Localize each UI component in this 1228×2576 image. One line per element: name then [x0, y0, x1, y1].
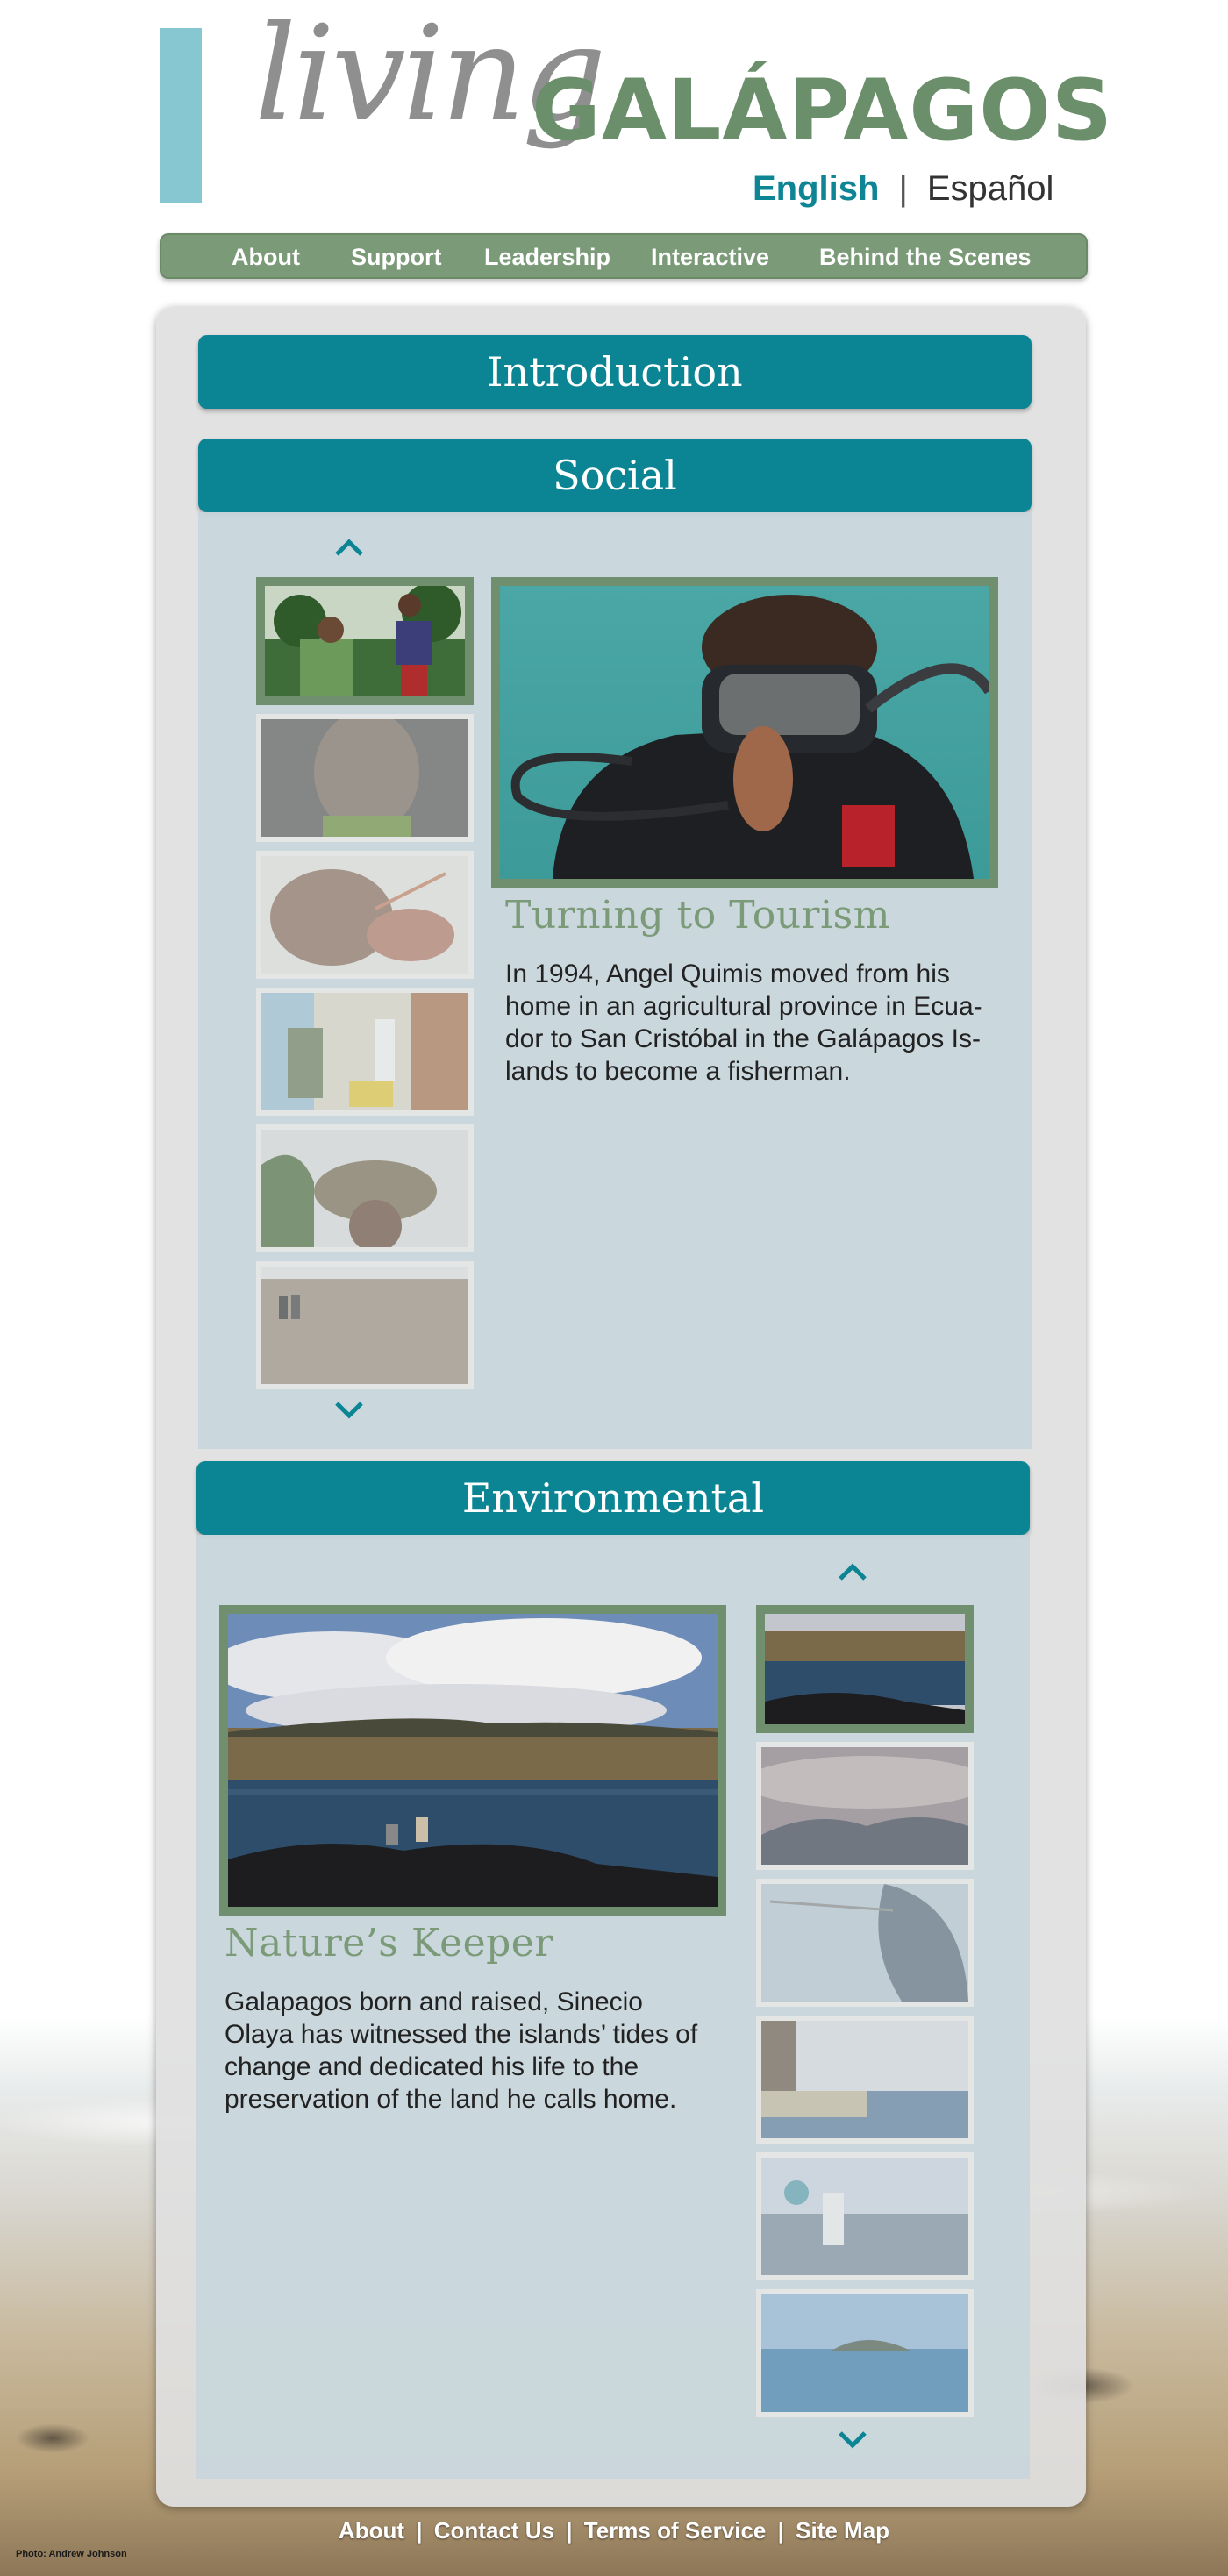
- social-story-text: In 1994, Angel Quimis moved from his hom…: [505, 958, 1005, 1088]
- lang-spanish-link[interactable]: Español: [927, 169, 1054, 209]
- content-panel: Introduction Social Turning to Tourism I…: [156, 307, 1086, 2507]
- social-story-line-1: In 1994, Angel Quimis moved from his: [505, 960, 950, 988]
- nav-support[interactable]: Support: [351, 244, 441, 271]
- env-thumbs-up-arrow-icon[interactable]: [835, 1561, 870, 1582]
- lang-english-link[interactable]: English: [753, 169, 879, 209]
- footer-sitemap-link[interactable]: Site Map: [796, 2517, 889, 2544]
- environmental-thumb-4[interactable]: [756, 2016, 974, 2144]
- section-social-body: Turning to Tourism In 1994, Angel Quimis…: [198, 512, 1032, 1449]
- environmental-thumb-6[interactable]: [756, 2289, 974, 2417]
- environmental-story-text: Galapagos born and raised, Sinecio Olaya…: [225, 1986, 733, 2116]
- nav-behind-the-scenes[interactable]: Behind the Scenes: [819, 244, 1032, 271]
- social-feature-image[interactable]: [491, 577, 998, 888]
- social-story-line-2: home in an agricultural province in Ecua…: [505, 992, 982, 1021]
- nav-about[interactable]: About: [232, 244, 300, 271]
- environmental-feature-image[interactable]: [219, 1605, 726, 1916]
- section-introduction-header[interactable]: Introduction: [198, 335, 1032, 409]
- footer-about-link[interactable]: About: [339, 2517, 404, 2544]
- section-environmental-header[interactable]: Environmental: [196, 1461, 1030, 1535]
- environmental-story-line-3: change and dedicated his life to the: [225, 2052, 639, 2081]
- social-story-line-4: lands to become a fisherman.: [505, 1057, 851, 1086]
- social-thumbs-up-arrow-icon[interactable]: [332, 537, 367, 558]
- environmental-story-line-2: Olaya has witnessed the islands’ tides o…: [225, 2020, 698, 2049]
- social-story-line-3: dor to San Cristóbal in the Galápagos Is…: [505, 1024, 981, 1053]
- social-thumb-1[interactable]: [256, 577, 474, 705]
- environmental-thumb-2[interactable]: [756, 1742, 974, 1870]
- footer-terms-link[interactable]: Terms of Service: [584, 2517, 767, 2544]
- nav-interactive[interactable]: Interactive: [651, 244, 769, 271]
- language-switcher: English | Español: [753, 167, 1053, 211]
- footer-separator: |: [777, 2517, 784, 2544]
- env-thumbs-down-arrow-icon[interactable]: [835, 2430, 870, 2451]
- social-story-title[interactable]: Turning to Tourism: [505, 893, 890, 938]
- environmental-thumb-1[interactable]: [756, 1605, 974, 1733]
- logo-accent-bar: [160, 28, 202, 203]
- environmental-thumb-3[interactable]: [756, 1879, 974, 2007]
- environmental-story-line-4: preservation of the land he calls home.: [225, 2085, 677, 2114]
- footer-links: About | Contact Us | Terms of Service | …: [0, 2517, 1228, 2544]
- social-thumb-2[interactable]: [256, 714, 474, 842]
- logo-galapagos: GALÁPAGOS: [532, 61, 1113, 160]
- social-thumbs-down-arrow-icon[interactable]: [332, 1400, 367, 1421]
- environmental-thumb-5[interactable]: [756, 2152, 974, 2280]
- footer-separator: |: [416, 2517, 423, 2544]
- social-thumb-5[interactable]: [256, 1124, 474, 1252]
- environmental-story-title[interactable]: Nature’s Keeper: [225, 1921, 553, 1966]
- footer-contact-link[interactable]: Contact Us: [434, 2517, 554, 2544]
- social-thumb-3[interactable]: [256, 851, 474, 979]
- main-nav: About Support Leadership Interactive Beh…: [160, 233, 1088, 279]
- footer-separator: |: [566, 2517, 573, 2544]
- section-environmental-body: Nature’s Keeper Galapagos born and raise…: [196, 1535, 1030, 2479]
- section-social-header[interactable]: Social: [198, 439, 1032, 512]
- environmental-story-line-1: Galapagos born and raised, Sinecio: [225, 1987, 643, 2016]
- social-thumb-4[interactable]: [256, 988, 474, 1116]
- photo-credit: Photo: Andrew Johnson: [16, 2549, 127, 2559]
- social-thumb-6[interactable]: [256, 1261, 474, 1389]
- nav-leadership[interactable]: Leadership: [484, 244, 610, 271]
- lang-separator: |: [898, 168, 908, 208]
